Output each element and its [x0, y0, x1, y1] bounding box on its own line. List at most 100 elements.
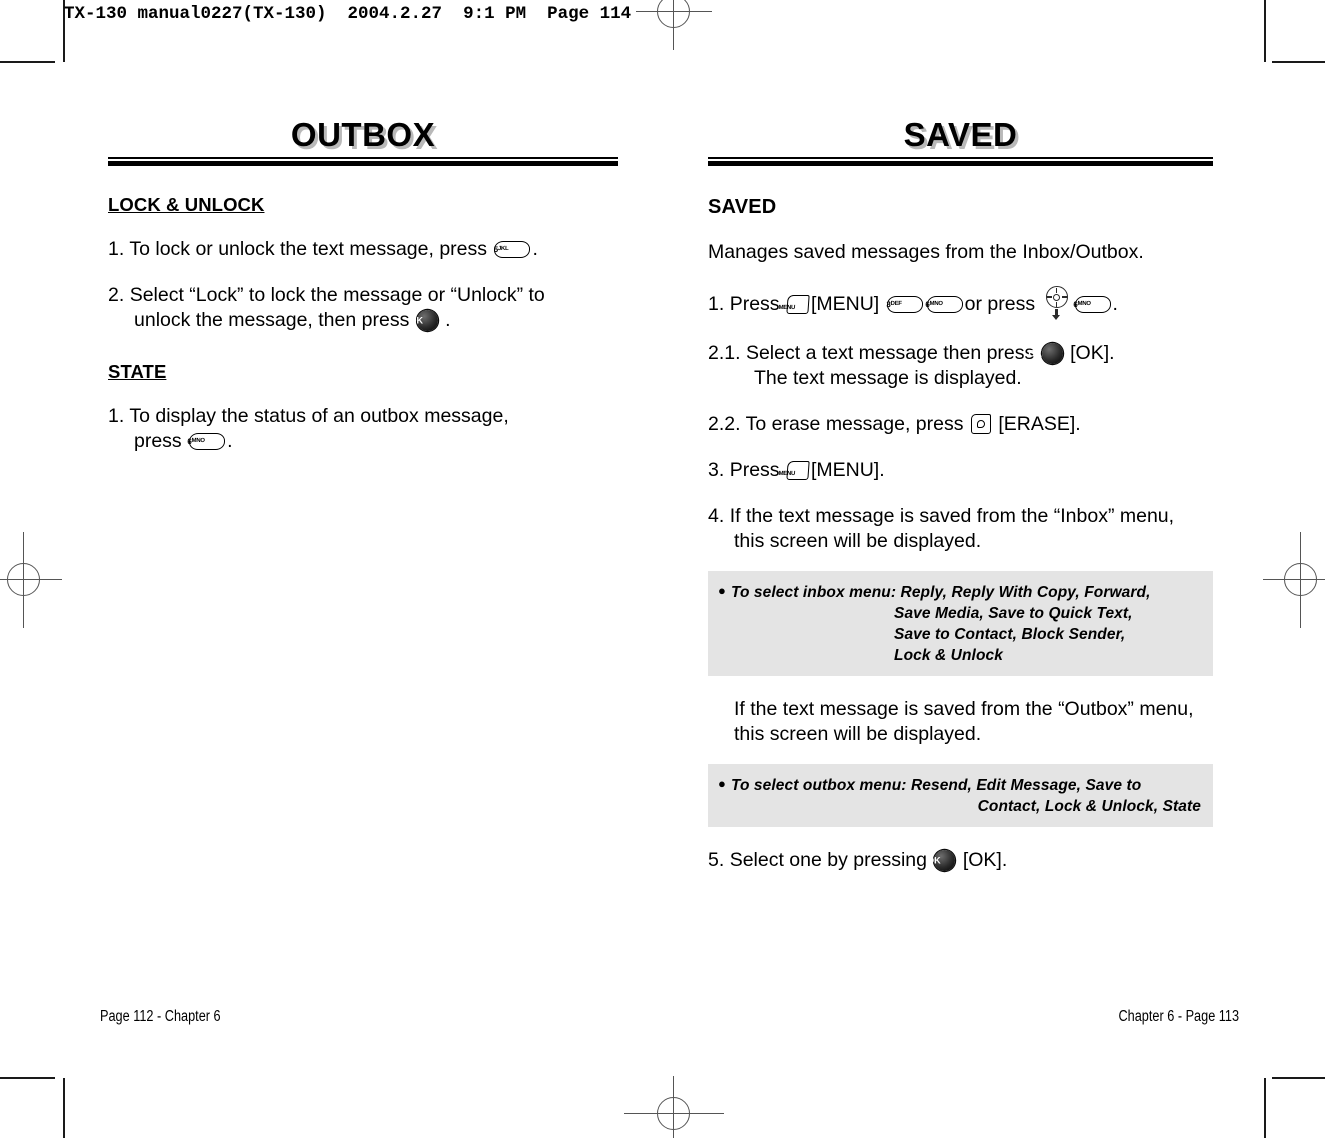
saved-step-4: 4. If the text message is saved from the… — [708, 504, 1213, 554]
saved-step-2-1: 2.1. Select a text message then press OK… — [708, 341, 1213, 391]
step-text: To display the status of an outbox messa… — [129, 405, 509, 427]
registration-mark-left-center — [0, 532, 62, 628]
callout-item-line: Lock & Unlock — [894, 647, 1003, 664]
step-text: Select a text message then press — [745, 342, 1035, 364]
rule-thick — [708, 161, 1213, 166]
step-number: 1. — [108, 238, 125, 260]
registration-mark-bottom-center — [624, 1076, 724, 1138]
step-text-tail: . — [532, 238, 538, 260]
left-title-rules — [108, 157, 618, 166]
key-menu-icon: MENU — [778, 461, 810, 480]
key-5jkl-icon: 5JKL — [494, 241, 531, 258]
right-title-rules — [708, 157, 1213, 166]
step-text: unlock the message, then press — [134, 309, 410, 331]
callout-label: To select outbox menu: — [730, 777, 907, 794]
step-number: 2. — [108, 284, 125, 306]
step-text: [MENU]. — [810, 459, 885, 481]
lock-step-2: 2. Select “Lock” to lock the message or … — [108, 283, 618, 333]
note-line-1: If the text message is saved from the “O… — [734, 698, 1194, 720]
callout-item-line: Save to Contact, Block Sender, — [894, 626, 1126, 643]
ok-button-icon: OK — [927, 850, 956, 871]
key-6mno-icon: 6MNO — [1073, 296, 1111, 313]
heading-lock-and-unlock: LOCK & UNLOCK — [108, 194, 265, 215]
step-text: or press — [964, 293, 1036, 315]
callout-item-line: Save Media, Save to Quick Text, — [894, 605, 1133, 622]
note-line-2: this screen will be displayed. — [734, 723, 982, 745]
outbox-note: If the text message is saved from the “O… — [708, 697, 1213, 747]
crop-mark-bottom-left-horizontal — [0, 1077, 55, 1079]
crop-mark-top-right-horizontal — [1272, 61, 1325, 63]
rule-thin — [708, 157, 1213, 159]
registration-mark-top-center — [636, 0, 712, 50]
step-number: 2.2. — [708, 413, 741, 435]
state-step-1: 1. To display the status of an outbox me… — [108, 404, 618, 454]
lock-step-1: 1. To lock or unlock the text message, p… — [108, 237, 618, 262]
right-chapter-title: SAVED — [903, 116, 1018, 153]
step-text: Select one by pressing — [729, 849, 927, 871]
key-menu-icon: MENU — [778, 295, 810, 314]
step-number: 4. — [708, 505, 725, 527]
saved-step-3: 3. Press MENU [MENU]. — [708, 458, 1213, 483]
step-text: To erase message, press — [745, 413, 964, 435]
footer-right-page-number: Chapter 6 - Page 113 — [1118, 1008, 1239, 1025]
rule-thick — [108, 161, 618, 166]
footer-left-page-number: Page 112 - Chapter 6 — [100, 1008, 221, 1025]
callout-first-line: ● To select inbox menu: Reply, Reply With… — [718, 580, 1201, 603]
callout-inbox-menu: ● To select inbox menu: Reply, Reply With… — [708, 571, 1213, 676]
bullet-icon: ● — [718, 776, 726, 791]
heading-state: STATE — [108, 361, 167, 382]
step-text-tail: . — [445, 309, 451, 331]
step-text-tail: . — [1112, 293, 1118, 315]
step-text: Select “Lock” to lock the message or “Un… — [129, 284, 545, 306]
navigation-pad-down-icon — [1044, 286, 1070, 320]
step-number: 1. — [708, 293, 725, 315]
key-6mno-icon: 6MNO — [187, 433, 226, 450]
bullet-icon: ● — [718, 583, 726, 598]
step-line-2: press 6MNO. — [130, 429, 618, 454]
step-text: [ERASE]. — [998, 413, 1081, 435]
step-number: 3. — [708, 459, 725, 481]
right-page-column: SAVED SAVED Manages saved messages from … — [708, 118, 1213, 873]
rule-thin — [108, 157, 618, 159]
crop-mark-bottom-right-vertical — [1264, 1078, 1266, 1138]
crop-mark-top-right-vertical — [1264, 0, 1266, 62]
step-number: 1. — [108, 405, 125, 427]
step-number: 5. — [708, 849, 725, 871]
callout-item-line: Resend, Edit Message, Save to — [910, 777, 1142, 794]
callout-item-line: Contact, Lock & Unlock, State — [977, 798, 1201, 815]
step-text-tail: . — [227, 430, 233, 452]
step-text: If the text message is saved from the “I… — [729, 505, 1175, 527]
key-erase-icon — [970, 414, 991, 434]
step-line-2: this screen will be displayed. — [734, 530, 982, 552]
manual-page-spread: TX-130 manual0227(TX-130) 2004.2.27 9:1 … — [0, 0, 1325, 1138]
step-text: press — [134, 430, 182, 452]
heading-saved: SAVED — [708, 196, 777, 218]
step-text: To lock or unlock the text message, pres… — [129, 238, 488, 260]
key-6mno-icon: 6MNO — [925, 296, 963, 313]
callout-outbox-menu: ● To select outbox menu: Resend, Edit Mes… — [708, 764, 1213, 827]
callout-item-line: Reply, Reply With Copy, Forward, — [900, 584, 1151, 601]
callout-label: To select inbox menu: — [730, 584, 897, 601]
film-header-text: TX-130 manual0227(TX-130) 2004.2.27 9:1 … — [64, 4, 632, 24]
ok-button-icon: OK — [410, 310, 438, 331]
ok-button-icon: OK — [1028, 343, 1063, 364]
crop-mark-bottom-right-horizontal — [1272, 1077, 1325, 1079]
key-3def-icon: 3DEF — [886, 296, 923, 313]
left-page-column: OUTBOX LOCK & UNLOCK 1. To lock or unloc… — [108, 118, 618, 454]
step-text: [OK]. — [1070, 342, 1115, 364]
left-chapter-title: OUTBOX — [290, 116, 436, 153]
saved-step-5: 5. Select one by pressing OK [OK]. — [708, 848, 1213, 873]
crop-mark-bottom-left-vertical — [63, 1078, 65, 1138]
saved-step-1: 1. Press MENU [MENU] 3DEF 6MNO or press 6MN… — [708, 286, 1213, 320]
step-text: Press — [729, 459, 780, 481]
saved-step-2-2: 2.2. To erase message, press [ERASE]. — [708, 412, 1213, 437]
callout-first-line: ● To select outbox menu: Resend, Edit Mes… — [718, 773, 1201, 796]
crop-mark-top-left-horizontal — [0, 61, 55, 63]
saved-intro-text: Manages saved messages from the Inbox/Ou… — [708, 241, 1144, 263]
registration-mark-right-center — [1263, 532, 1325, 628]
step-line-2: unlock the message, then press OK . — [130, 308, 618, 333]
step-text: [MENU] — [810, 293, 880, 315]
step-text: Press — [729, 293, 780, 315]
step-number: 2.1. — [708, 342, 741, 364]
step-line-2: The text message is displayed. — [754, 367, 1022, 389]
